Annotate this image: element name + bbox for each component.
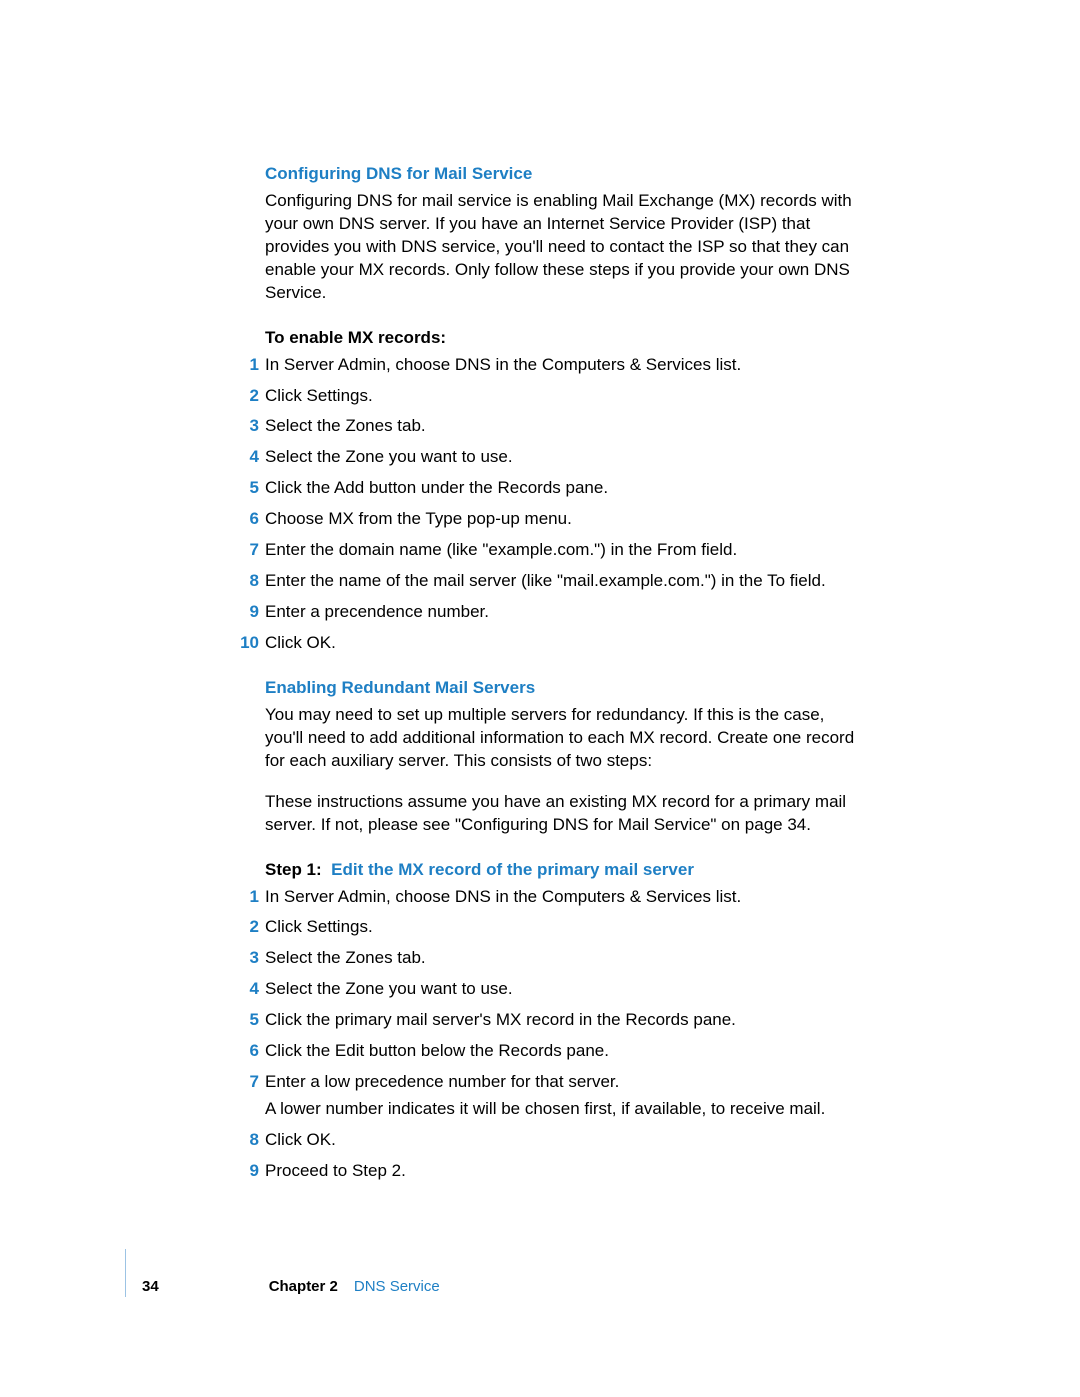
list-item: 9Proceed to Step 2.	[265, 1160, 855, 1183]
step-text: Click Settings.	[265, 917, 373, 936]
list-item: 8Enter the name of the mail server (like…	[265, 570, 855, 593]
step-text: Enter the name of the mail server (like …	[265, 571, 826, 590]
page-number: 34	[142, 1277, 159, 1297]
step-text: Click OK.	[265, 1130, 336, 1149]
list-item: 5Click the primary mail server's MX reco…	[265, 1009, 855, 1032]
step-number: 1	[233, 886, 259, 909]
step-text: Select the Zones tab.	[265, 416, 426, 435]
list-item: 7Enter a low precedence number for that …	[265, 1071, 855, 1121]
list-item: 1In Server Admin, choose DNS in the Comp…	[265, 354, 855, 377]
step-number: 10	[233, 632, 259, 655]
step-text: In Server Admin, choose DNS in the Compu…	[265, 355, 741, 374]
step-text: Select the Zones tab.	[265, 948, 426, 967]
step-text: Select the Zone you want to use.	[265, 447, 513, 466]
step-text: Enter a low precedence number for that s…	[265, 1072, 619, 1091]
step-text: Click OK.	[265, 633, 336, 652]
step-number: 9	[233, 601, 259, 624]
step-number: 9	[233, 1160, 259, 1183]
step-text: Enter a precendence number.	[265, 602, 489, 621]
step-number: 2	[233, 916, 259, 939]
step-number: 8	[233, 1129, 259, 1152]
step-number: 2	[233, 385, 259, 408]
content-column: Configuring DNS for Mail Service Configu…	[265, 163, 855, 1205]
step-text: Click the Edit button below the Records …	[265, 1041, 609, 1060]
heading-config-dns: Configuring DNS for Mail Service	[265, 163, 855, 186]
paragraph-redundant-2: These instructions assume you have an ex…	[265, 791, 855, 837]
enable-mx-steps: 1In Server Admin, choose DNS in the Comp…	[265, 354, 855, 655]
list-item: 6Choose MX from the Type pop-up menu.	[265, 508, 855, 531]
step-text: Choose MX from the Type pop-up menu.	[265, 509, 572, 528]
step-number: 6	[233, 508, 259, 531]
list-item: 3Select the Zones tab.	[265, 415, 855, 438]
step-number: 7	[233, 539, 259, 562]
step1-heading-line: Step 1: Edit the MX record of the primar…	[265, 859, 855, 882]
chapter-title: DNS Service	[354, 1277, 440, 1297]
page: Configuring DNS for Mail Service Configu…	[0, 0, 1080, 1397]
paragraph-redundant-1: You may need to set up multiple servers …	[265, 704, 855, 773]
step-text: Click Settings.	[265, 386, 373, 405]
list-item: 4Select the Zone you want to use.	[265, 978, 855, 1001]
list-item: 3Select the Zones tab.	[265, 947, 855, 970]
list-item: 8Click OK.	[265, 1129, 855, 1152]
step-number: 4	[233, 446, 259, 469]
step-note: A lower number indicates it will be chos…	[265, 1098, 855, 1121]
list-item: 10Click OK.	[265, 632, 855, 655]
list-item: 9Enter a precendence number.	[265, 601, 855, 624]
list-item: 4Select the Zone you want to use.	[265, 446, 855, 469]
step-number: 7	[233, 1071, 259, 1094]
step-text: Select the Zone you want to use.	[265, 979, 513, 998]
heading-enable-mx: To enable MX records:	[265, 327, 855, 350]
list-item: 6Click the Edit button below the Records…	[265, 1040, 855, 1063]
step-number: 5	[233, 1009, 259, 1032]
list-item: 1In Server Admin, choose DNS in the Comp…	[265, 886, 855, 909]
step-number: 8	[233, 570, 259, 593]
list-item: 2Click Settings.	[265, 385, 855, 408]
step1-steps: 1In Server Admin, choose DNS in the Comp…	[265, 886, 855, 1183]
step-text: Click the primary mail server's MX recor…	[265, 1010, 736, 1029]
step-number: 1	[233, 354, 259, 377]
step-number: 3	[233, 415, 259, 438]
step-number: 5	[233, 477, 259, 500]
step1-heading: Edit the MX record of the primary mail s…	[331, 860, 694, 879]
page-footer: 34 Chapter 2 DNS Service	[125, 1249, 440, 1297]
step-text: Click the Add button under the Records p…	[265, 478, 608, 497]
list-item: 7Enter the domain name (like "example.co…	[265, 539, 855, 562]
step-text: In Server Admin, choose DNS in the Compu…	[265, 887, 741, 906]
list-item: 5Click the Add button under the Records …	[265, 477, 855, 500]
paragraph-config-dns: Configuring DNS for mail service is enab…	[265, 190, 855, 305]
step-number: 4	[233, 978, 259, 1001]
chapter-label: Chapter 2	[269, 1277, 338, 1297]
step-text: Enter the domain name (like "example.com…	[265, 540, 737, 559]
list-item: 2Click Settings.	[265, 916, 855, 939]
step-number: 6	[233, 1040, 259, 1063]
heading-redundant: Enabling Redundant Mail Servers	[265, 677, 855, 700]
step-number: 3	[233, 947, 259, 970]
step-text: Proceed to Step 2.	[265, 1161, 406, 1180]
step1-label: Step 1:	[265, 860, 322, 879]
